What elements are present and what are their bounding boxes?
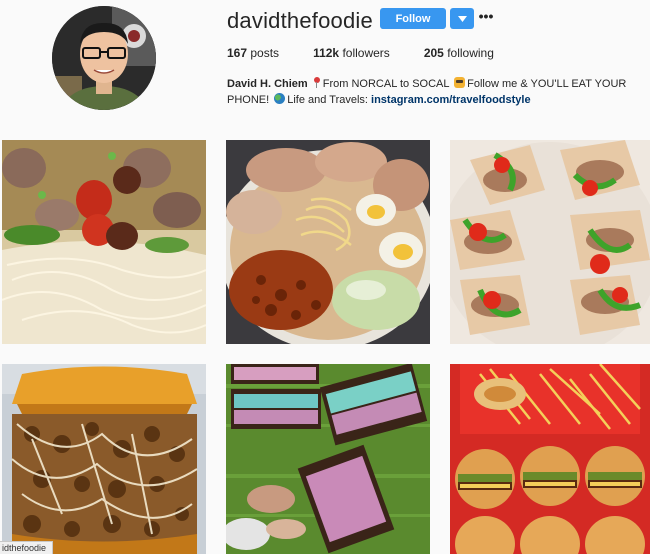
chevron-down-icon bbox=[457, 15, 467, 22]
post-thumbnail[interactable] bbox=[450, 140, 650, 344]
profile-stats: 167 posts 112k followers 205 following bbox=[227, 46, 528, 60]
profile-avatar[interactable] bbox=[52, 6, 156, 110]
post-thumbnail[interactable] bbox=[2, 140, 206, 344]
following-stat[interactable]: 205 following bbox=[424, 46, 494, 60]
bio-text-3: Life and Travels: bbox=[287, 94, 368, 106]
profile-username: davidthefoodie bbox=[227, 8, 373, 33]
profile-bio: David H. Chiem From NORCAL to SOCAL Foll… bbox=[227, 76, 637, 108]
post-thumbnail[interactable] bbox=[2, 364, 206, 554]
posts-label: posts bbox=[250, 46, 280, 60]
followers-count: 112k bbox=[313, 46, 340, 60]
profile-full-name: David H. Chiem bbox=[227, 78, 308, 90]
status-bar-url: idthefoodie bbox=[0, 541, 54, 554]
post-thumbnail[interactable] bbox=[226, 140, 430, 344]
more-options-button[interactable]: ••• bbox=[479, 6, 494, 26]
face-icon bbox=[454, 77, 466, 88]
globe-icon bbox=[274, 93, 286, 104]
following-count: 205 bbox=[423, 46, 444, 60]
followers-label: followers bbox=[342, 46, 390, 60]
followers-stat[interactable]: 112k followers bbox=[313, 46, 390, 60]
follow-button[interactable]: Follow bbox=[380, 8, 446, 29]
following-label: following bbox=[447, 46, 494, 60]
posts-grid bbox=[0, 140, 650, 554]
post-thumbnail[interactable] bbox=[226, 364, 430, 554]
bio-link[interactable]: instagram.com/travelfoodstyle bbox=[371, 94, 531, 106]
posts-stat: 167 posts bbox=[227, 46, 279, 60]
profile-header: davidthefoodie Follow ••• 167 posts 112k… bbox=[0, 0, 650, 130]
bio-text-1: From NORCAL to SOCAL bbox=[322, 78, 450, 90]
pin-icon bbox=[313, 77, 321, 88]
suggested-accounts-button[interactable] bbox=[450, 8, 474, 29]
post-thumbnail[interactable] bbox=[450, 364, 650, 554]
posts-count: 167 bbox=[227, 46, 248, 60]
